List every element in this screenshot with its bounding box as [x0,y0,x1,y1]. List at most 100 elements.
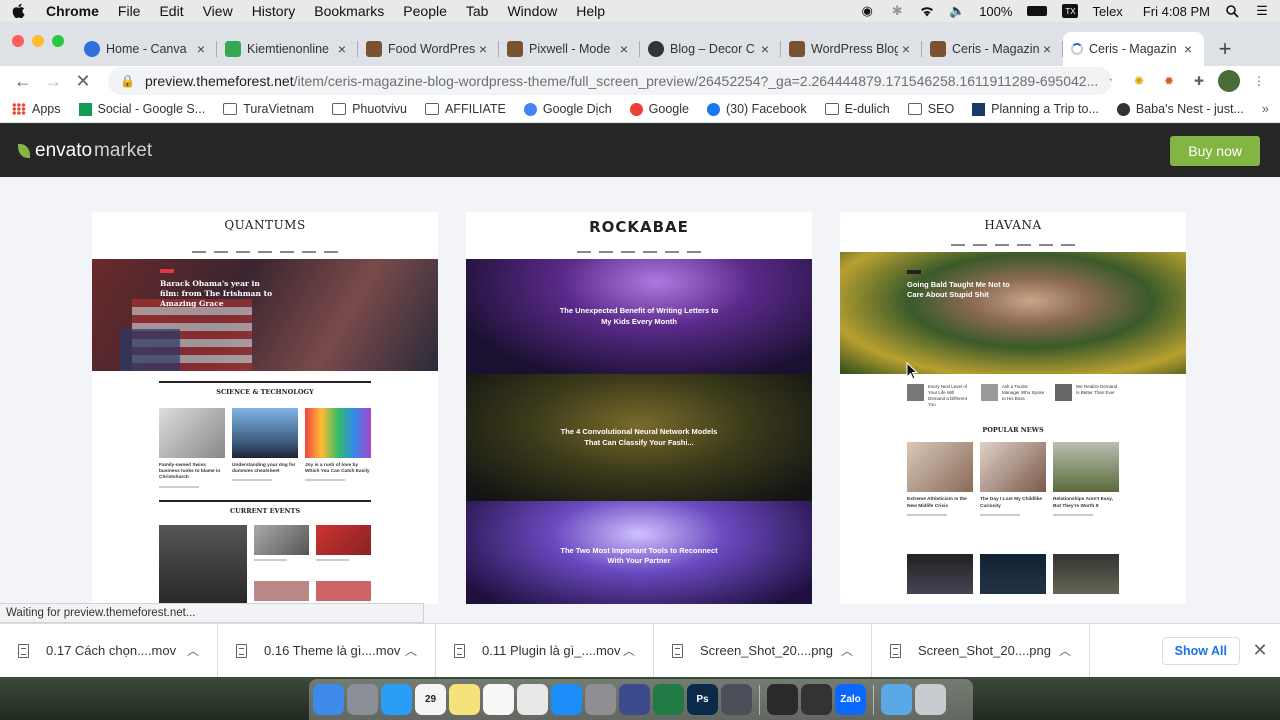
minimize-window-button[interactable] [32,35,44,47]
bookmark-star-icon[interactable]: ☆ [1098,71,1112,91]
trash-icon[interactable] [915,684,946,715]
bookmark-link[interactable]: Planning a Trip to... [972,102,1099,116]
close-window-button[interactable] [12,35,24,47]
chevron-up-icon[interactable]: ︿ [405,642,417,659]
activity-monitor-icon[interactable] [767,684,798,715]
input-method-icon[interactable]: TX [1062,4,1079,18]
browser-tab[interactable]: Pixwell - Mode × [499,32,640,66]
record-icon[interactable]: ◉ [859,3,875,18]
close-tab-icon[interactable]: × [898,41,914,57]
demo-thumb[interactable] [159,524,247,604]
browser-menu-icon[interactable]: ⋮ [1248,70,1270,92]
demo-small-item[interactable]: Ask a Tourist Manager Who Spoke to His B… [981,384,1045,407]
menu-bookmarks[interactable]: Bookmarks [314,3,384,19]
demo-hero[interactable]: Going Bald Taught Me Not to Care About S… [840,252,1186,374]
extensions-puzzle-icon[interactable]: ✚ [1188,70,1210,92]
forward-button[interactable]: → [40,68,66,94]
envato-market-logo[interactable]: envato market [18,140,152,162]
chevron-up-icon[interactable]: ︿ [1059,642,1071,659]
wifi-icon[interactable] [919,4,935,18]
new-tab-button[interactable]: + [1210,32,1240,66]
back-button[interactable]: ← [10,68,36,94]
extension-icon[interactable]: ✺ [1128,70,1150,92]
bookmark-folder[interactable]: E-dulich [824,102,890,116]
bookmark-folder[interactable]: AFFILIATE [424,102,506,116]
browser-tab[interactable]: Ceris - Magazin × [1063,32,1204,66]
download-item[interactable]: 0.17 Cách chọn....mov ︿ [0,623,218,678]
demo-hero[interactable]: Barack Obama's year in film: from The Ir… [92,259,438,371]
menu-history[interactable]: History [252,3,296,19]
close-download-shelf-button[interactable]: ✕ [1240,640,1280,661]
calendar-icon[interactable]: 29 [415,684,446,715]
photoshop-icon[interactable]: Ps [687,684,718,715]
demo-thumb[interactable] [254,524,309,604]
show-all-downloads-button[interactable]: Show All [1161,636,1240,665]
close-tab-icon[interactable]: × [1039,41,1055,57]
sublime-icon[interactable] [619,684,650,715]
folder-icon[interactable] [881,684,912,715]
demo-thumb[interactable] [316,524,371,604]
bluetooth-icon[interactable]: ✱ [889,3,905,18]
bookmark-folder[interactable]: Phuotvivu [332,102,407,116]
browser-tab[interactable]: Blog – Decor C × [640,32,781,66]
browser-tab[interactable]: Home - Canva × [76,32,217,66]
music-icon[interactable] [483,684,514,715]
demo-thumb[interactable] [1053,553,1119,594]
spotlight-icon[interactable] [1224,4,1240,18]
download-item[interactable]: 0.16 Theme là gì....mov ︿ [218,623,436,678]
maximize-window-button[interactable] [52,35,64,47]
menu-file[interactable]: File [118,3,141,19]
menu-edit[interactable]: Edit [159,3,183,19]
close-tab-icon[interactable]: × [616,41,632,57]
menu-view[interactable]: View [203,3,233,19]
demo-small-item[interactable]: We Realize Demand Is Better Than Ever [1055,384,1119,407]
chevron-up-icon[interactable]: ︿ [623,642,635,659]
demo-thumb[interactable]: Family-owned Swiss business looks to bla… [159,408,225,488]
close-tab-icon[interactable]: × [757,41,773,57]
notification-center-icon[interactable]: ☰ [1254,3,1270,18]
quicktime-icon[interactable] [721,684,752,715]
demo-block[interactable]: The Two Most Important Tools to Reconnec… [466,501,812,604]
demo-thumb[interactable]: The Day I Lost My Childlike Curiosity [980,442,1046,516]
browser-tab[interactable]: WordPress Blog × [781,32,922,66]
demo-thumb[interactable]: Joy is a rush of love by Which You Can C… [305,408,371,488]
menu-tab[interactable]: Tab [466,3,489,19]
close-tab-icon[interactable]: × [475,41,491,57]
safari-icon[interactable] [381,684,412,715]
finder-icon[interactable] [313,684,344,715]
demo-thumb[interactable]: Relationships Aren't Easy, But They're W… [1053,442,1119,516]
chevron-up-icon[interactable]: ︿ [841,642,853,659]
bookmark-link[interactable]: Baba's Nest - just... [1116,102,1244,116]
chrome-icon[interactable] [517,684,548,715]
demo-small-item[interactable]: Every Next Level of Your Life Will Deman… [907,384,971,407]
bookmark-link[interactable]: (30) Facebook [706,102,807,116]
volume-icon[interactable]: 🔈 [949,3,965,18]
stop-loading-button[interactable]: ✕ [70,68,96,94]
bookmark-folder[interactable]: TuraVietnam [223,102,314,116]
download-item[interactable]: 0.11 Plugin là gì_....mov ︿ [436,623,654,678]
lock-icon[interactable]: 🔒 [120,74,135,88]
menu-people[interactable]: People [403,3,447,19]
buy-now-button[interactable]: Buy now [1170,135,1260,166]
notes-icon[interactable] [449,684,480,715]
close-tab-icon[interactable]: × [334,41,350,57]
demo-block[interactable]: The Unexpected Benefit of Writing Letter… [466,259,812,374]
menubar-clock[interactable]: Fri 4:08 PM [1143,4,1210,19]
demo-preview-havana[interactable]: HAVANA Going Bald Taught Me Not to Care … [840,212,1186,604]
demo-block[interactable]: The 4 Convolutional Neural Network Model… [466,374,812,501]
apple-icon[interactable] [10,3,26,19]
bookmark-folder[interactable]: SEO [907,102,954,116]
menu-help[interactable]: Help [576,3,605,19]
address-bar[interactable]: 🔒 preview.themeforest.net/item/ceris-mag… [108,67,1112,95]
demo-thumb[interactable] [980,553,1046,594]
menu-window[interactable]: Window [507,3,557,19]
piano-icon[interactable] [801,684,832,715]
browser-tab[interactable]: Ceris - Magazin × [922,32,1063,66]
browser-tab[interactable]: Food WordPress × [358,32,499,66]
profile-avatar[interactable] [1218,70,1240,92]
demo-thumb[interactable] [907,553,973,594]
app-store-icon[interactable] [551,684,582,715]
excel-icon[interactable] [653,684,684,715]
demo-preview-quantums[interactable]: QUANTUMS Barack Obama's year in film: fr… [92,212,438,604]
close-tab-icon[interactable]: × [1180,41,1196,57]
